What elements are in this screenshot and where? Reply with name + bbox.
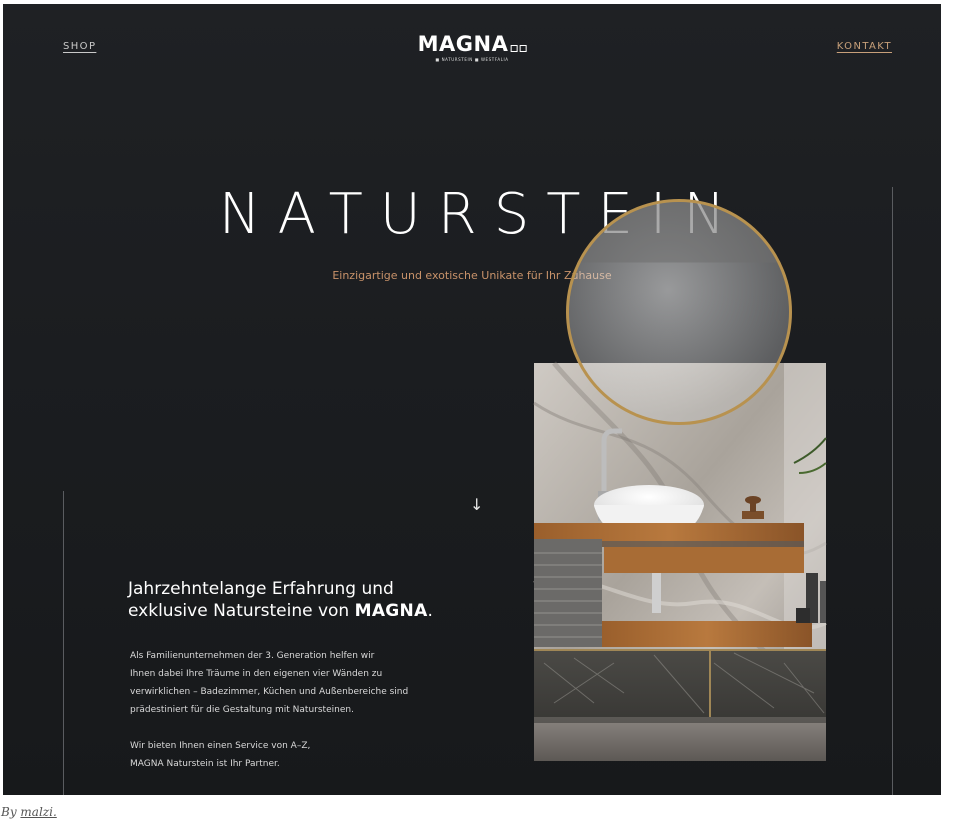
scroll-down-arrow-icon[interactable]: ↓ xyxy=(470,495,483,514)
floor xyxy=(534,717,826,761)
paragraph-line: prädestiniert für die Gestaltung mit Nat… xyxy=(130,705,354,715)
wood-shelf xyxy=(602,621,812,647)
shelf-jar xyxy=(796,608,810,623)
decorative-line-right xyxy=(892,187,893,795)
logo-wordmark: MAGNA xyxy=(417,32,509,56)
shelf-bottle xyxy=(820,581,826,623)
wood-drawer xyxy=(604,547,804,573)
credit-author-link[interactable]: malzi. xyxy=(20,805,56,819)
marble-cabinet xyxy=(534,649,826,717)
soap-dish xyxy=(742,511,764,519)
intro-paragraph-2: Wir bieten Ihnen einen Service von A–Z, … xyxy=(130,737,460,773)
drain-pipe xyxy=(652,573,661,613)
paragraph-line: Als Familienunternehmen der 3. Generatio… xyxy=(130,651,375,661)
intro-heading-brand: MAGNA xyxy=(354,601,428,621)
paragraph-line: Wir bieten Ihnen einen Service von A–Z, xyxy=(130,741,311,751)
paragraph-line: MAGNA Naturstein ist Ihr Partner. xyxy=(130,759,280,769)
decorative-line-left xyxy=(63,491,64,795)
intro-heading-suffix: . xyxy=(427,601,433,621)
soap-dish-stem xyxy=(750,501,756,512)
image-credit: By malzi. xyxy=(1,805,57,819)
floor-shadow xyxy=(534,717,826,723)
credit-prefix: By xyxy=(1,805,21,819)
logo-squares-icon xyxy=(510,45,527,52)
paragraph-line: Ihnen dabei Ihre Träume in den eigenen v… xyxy=(130,669,383,679)
towel xyxy=(534,539,602,647)
nav-kontakt-link[interactable]: KONTAKT xyxy=(837,41,892,52)
nav-shop-link[interactable]: SHOP xyxy=(63,41,96,52)
magna-logo[interactable]: MAGNA ■ NATURSTEIN ■ WESTFALIA xyxy=(418,34,527,62)
mirror-dark-upper xyxy=(569,202,789,263)
intro-paragraph-1: Als Familienunternehmen der 3. Generatio… xyxy=(130,647,460,719)
intro-heading: Jahrzehntelange Erfahrung und exklusive … xyxy=(128,578,508,622)
intro-heading-line2: exklusive Natursteine von xyxy=(128,601,355,621)
round-mirror xyxy=(566,199,792,425)
paragraph-line: verwirklichen – Badezimmer, Küchen und A… xyxy=(130,687,409,697)
hero-title: NATURSTEIN xyxy=(218,182,743,247)
website-screenshot: SHOP MAGNA ■ NATURSTEIN ■ WESTFALIA KONT… xyxy=(3,4,941,795)
logo-subtitle: ■ NATURSTEIN ■ WESTFALIA xyxy=(435,57,509,62)
intro-heading-line1: Jahrzehntelange Erfahrung und xyxy=(128,579,394,599)
hero-subtitle: Einzigartige und exotische Unikate für I… xyxy=(332,269,612,282)
